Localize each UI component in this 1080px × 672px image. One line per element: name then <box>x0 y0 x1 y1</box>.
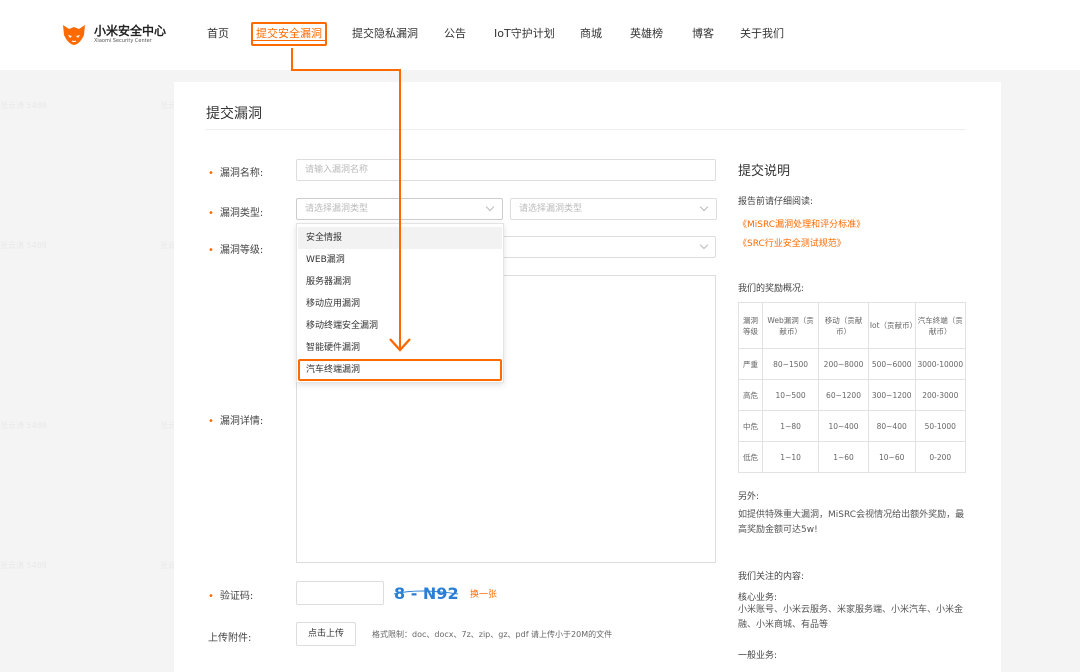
table-cell: 500~6000 <box>867 348 916 380</box>
nav-home[interactable]: 首页 <box>207 25 229 45</box>
table-cell: 3000-10000 <box>914 348 967 380</box>
scoring-standard-link[interactable]: 《MiSRC漏洞处理和评分标准》 <box>738 217 865 230</box>
panel-title: 提交说明 <box>738 164 791 179</box>
table-cell: 0-200 <box>914 441 967 473</box>
xiaomi-fox-logo-icon[interactable] <box>62 22 86 46</box>
watermark: 张云涛 5488 <box>0 101 47 110</box>
vuln-type-label: • 漏洞类型: <box>208 208 264 219</box>
captcha-label: • 验证码: <box>208 591 254 602</box>
table-cell: 低危 <box>738 441 763 473</box>
brand-name-en: Xiaomi Security Center <box>94 38 152 44</box>
reward-title: 我们的奖励概况: <box>738 284 805 294</box>
reward-table-header: 漏洞等级 Web漏洞（贡献币） 移动（贡献币） Iot（贡献币） 汽车终端（贡献… <box>738 302 967 349</box>
extra-title: 另外: <box>738 492 760 502</box>
watermark: 张云涛 5488 <box>0 241 47 250</box>
table-cell: 10~500 <box>761 379 820 411</box>
table-cell: 10~60 <box>867 441 916 473</box>
vuln-subtype-select[interactable]: 请选择漏洞类型 <box>510 198 717 220</box>
nav-iot-program[interactable]: IoT守护计划 <box>494 25 555 45</box>
table-cell: 300~1200 <box>867 379 916 411</box>
nav-store[interactable]: 商城 <box>580 25 602 45</box>
watermark: 张云涛 5488 <box>0 421 47 430</box>
table-cell: 1~10 <box>761 441 820 473</box>
table-row: 中危 1~80 10~400 80~400 50-1000 <box>738 410 967 442</box>
upload-button[interactable]: 点击上传 <box>296 622 356 646</box>
vuln-name-input[interactable]: 请输入漏洞名称 <box>296 159 716 181</box>
table-header-cell: Web漏洞（贡献币） <box>761 302 820 349</box>
table-cell: 中危 <box>738 410 763 442</box>
table-header-cell: Iot（贡献币） <box>867 302 917 349</box>
test-spec-link[interactable]: 《SRC行业安全测试规范》 <box>738 236 846 249</box>
table-cell: 严重 <box>738 348 763 380</box>
nav-announcements[interactable]: 公告 <box>444 25 466 45</box>
vuln-detail-label: • 漏洞详情: <box>208 416 264 427</box>
title-divider <box>206 129 966 130</box>
nav-submit-privacy-vuln[interactable]: 提交隐私漏洞 <box>352 25 418 45</box>
table-header-cell: 移动（贡献币） <box>818 302 869 349</box>
table-cell: 60~1200 <box>818 379 869 411</box>
vuln-name-label: • 漏洞名称: <box>208 168 264 179</box>
svg-text:8 - N92: 8 - N92 <box>394 584 459 603</box>
table-cell: 200-3000 <box>914 379 967 411</box>
focus-title: 我们关注的内容: <box>738 572 805 582</box>
top-navigation-bar: 小米安全中心 Xiaomi Security Center 首页 提交安全漏洞 … <box>0 0 1080 70</box>
core-business-text: 小米账号、小米云服务、米家服务端、小米汽车、小米金融、小米商城、有品等 <box>738 605 964 630</box>
table-cell: 10~400 <box>818 410 869 442</box>
table-cell: 200~8000 <box>818 348 869 380</box>
nav-submit-security-vuln[interactable]: 提交安全漏洞 <box>251 22 327 46</box>
nav-hall-of-fame[interactable]: 英雄榜 <box>630 25 663 45</box>
watermark: 张云涛 5488 <box>0 561 47 570</box>
extra-text: 如提供特殊重大漏洞，MiSRC会视情况给出额外奖励，最高奖励金额可达5w! <box>738 510 965 535</box>
captcha-input[interactable] <box>296 581 384 605</box>
attachment-label: 上传附件: <box>208 633 252 644</box>
table-header-cell: 汽车终端（贡献币） <box>914 302 967 349</box>
read-first-text: 报告前请仔细阅读: <box>738 197 814 207</box>
table-cell: 1~60 <box>818 441 869 473</box>
table-cell: 1~80 <box>761 410 820 442</box>
annotation-arrow-line <box>291 48 293 70</box>
annotation-arrow-line <box>399 69 401 349</box>
vuln-level-label: • 漏洞等级: <box>208 245 264 256</box>
table-row: 低危 1~10 1~60 10~60 0-200 <box>738 441 967 473</box>
annotation-arrow-head-icon <box>389 338 411 352</box>
nav-blog[interactable]: 博客 <box>692 25 714 45</box>
nav-about[interactable]: 关于我们 <box>740 25 784 45</box>
dropdown-option-vehicle-terminal[interactable]: 汽车终端漏洞 <box>298 359 502 381</box>
table-row: 高危 10~500 60~1200 300~1200 200-3000 <box>738 379 967 411</box>
brand-name[interactable]: 小米安全中心 Xiaomi Security Center <box>94 24 166 45</box>
table-row: 严重 80~1500 200~8000 500~6000 3000-10000 <box>738 348 967 380</box>
table-cell: 高危 <box>738 379 763 411</box>
table-cell: 50-1000 <box>914 410 967 442</box>
general-business-title: 一般业务: <box>738 651 778 661</box>
table-header-cell: 漏洞等级 <box>738 302 763 349</box>
table-cell: 80~400 <box>867 410 916 442</box>
page-title: 提交漏洞 <box>206 106 262 122</box>
table-cell: 80~1500 <box>761 348 820 380</box>
reward-table: 漏洞等级 Web漏洞（贡献币） 移动（贡献币） Iot（贡献币） 汽车终端（贡献… <box>738 302 967 473</box>
core-business-title: 核心业务: <box>738 593 778 603</box>
upload-hint: 格式限制：doc、docx、7z、zip、gz、pdf 请上传小于20M的文件 <box>372 630 613 639</box>
captcha-image[interactable]: 8 - N92 <box>388 582 462 604</box>
refresh-captcha-link[interactable]: 换一张 <box>470 587 497 600</box>
brand-name-cn: 小米安全中心 <box>94 24 167 38</box>
annotation-arrow-line <box>291 69 401 71</box>
